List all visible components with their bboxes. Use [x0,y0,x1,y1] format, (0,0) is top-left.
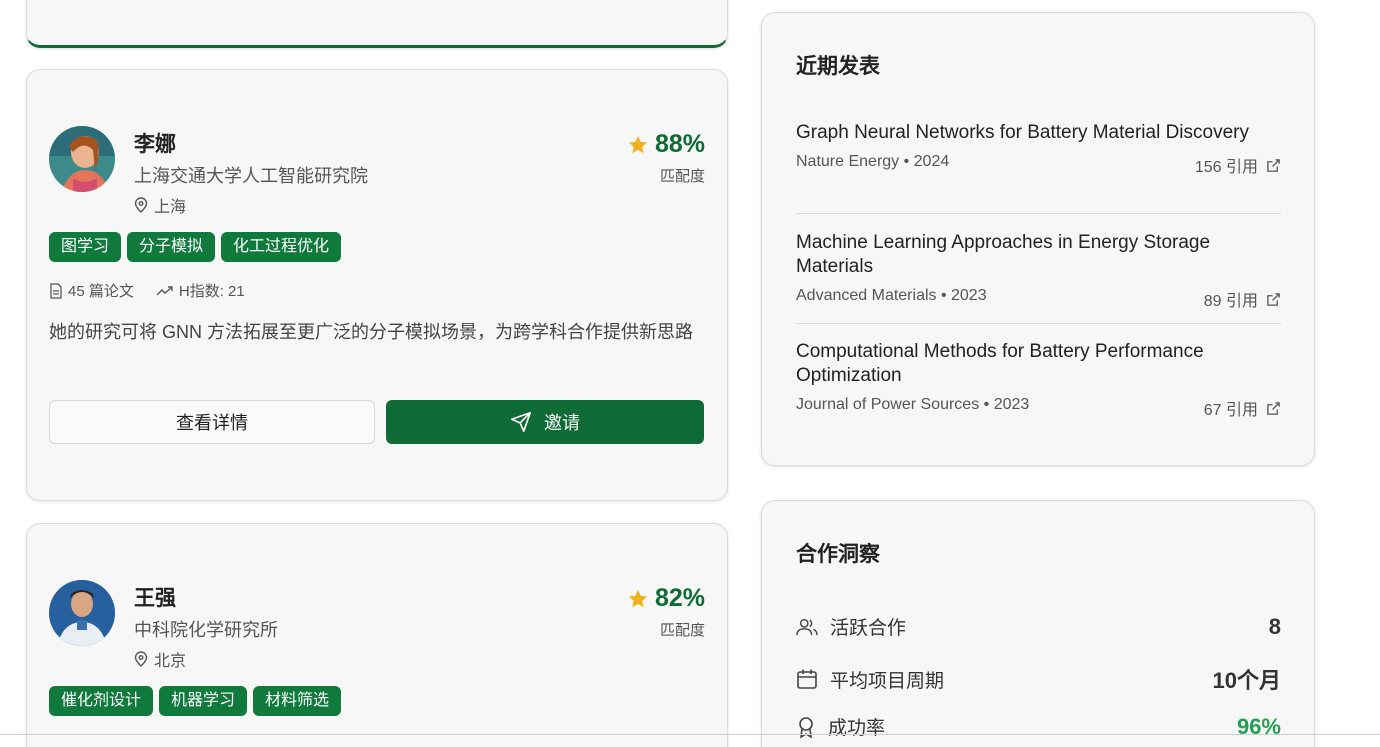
h-index: H指数: 21 [156,280,245,301]
publication-item[interactable]: Graph Neural Networks for Battery Materi… [796,121,1281,177]
location-text: 北京 [154,653,187,670]
divider [796,323,1281,324]
citation-text: 156 引用 [1194,159,1258,176]
divider [796,213,1281,214]
publication-title[interactable]: Computational Methods for Battery Perfor… [796,340,1281,388]
publication-title[interactable]: Machine Learning Approaches in Energy St… [796,231,1281,279]
send-icon [511,412,531,432]
tag[interactable]: 化工过程优化 [221,232,342,262]
publication-item[interactable]: Machine Learning Approaches in Energy St… [796,231,1281,311]
researcher-location: 上海 [134,193,186,217]
trending-up-icon [156,285,173,295]
researcher-card: 李娜 上海交通大学人工智能研究院 上海 88% 匹配度 图学习 分子模拟 化工过… [26,69,728,501]
recent-publications-panel: 近期发表 Graph Neural Networks for Battery M… [761,12,1315,466]
publication-venue: Nature Energy • 2024 [796,153,950,170]
researcher-institution: 上海交通大学人工智能研究院 [134,166,368,186]
match-score: 88% 匹配度 [627,130,705,186]
h-index-text: H指数: 21 [178,283,245,300]
panel-title: 合作洞察 [796,543,880,566]
match-score: 82% 匹配度 [627,584,705,640]
avatar [49,580,115,646]
insight-success-rate: 成功率 96% [796,713,1281,740]
panel-title: 近期发表 [796,55,880,78]
paper-count: 45 篇论文 [49,280,134,301]
publication-venue: Journal of Power Sources • 2023 [796,396,1030,413]
research-tags: 催化剂设计 机器学习 材料筛选 [49,686,342,716]
researcher-card: 王强 中科院化学研究所 北京 82% 匹配度 催化剂设计 机器学习 材料筛选 [26,523,728,747]
external-link-icon[interactable] [1266,292,1281,307]
map-pin-icon [134,197,148,213]
researcher-stats: 45 篇论文 H指数: 21 [49,280,245,301]
collaboration-insights-panel: 合作洞察 活跃合作 8 平均项目周期 10个月 成功率 96% [761,500,1315,747]
match-label: 匹配度 [659,622,705,639]
research-tags: 图学习 分子模拟 化工过程优化 [49,232,342,262]
insight-label: 成功率 [828,718,886,739]
researcher-name: 王强 [134,587,176,610]
external-link-icon[interactable] [1266,158,1281,173]
match-percent: 88% [654,130,705,158]
star-icon [628,589,648,607]
insight-value: 10个月 [1212,668,1281,693]
viewport-edge [0,734,1380,735]
publication-item[interactable]: Computational Methods for Battery Perfor… [796,340,1281,420]
researcher-name: 李娜 [134,133,176,156]
external-link-icon[interactable] [1266,401,1281,416]
publication-venue: Advanced Materials • 2023 [796,287,987,304]
citation-count: 67 引用 [1204,396,1281,420]
location-text: 上海 [154,199,187,216]
tag[interactable]: 材料筛选 [253,686,342,716]
insight-label: 平均项目周期 [830,670,945,692]
insight-value: 96% [1236,713,1281,739]
tag[interactable]: 催化剂设计 [49,686,154,716]
tag[interactable]: 机器学习 [159,686,248,716]
researcher-location: 北京 [134,647,186,671]
invite-label: 邀请 [544,413,580,433]
match-label: 匹配度 [659,168,705,185]
calendar-icon [797,669,817,689]
insight-value: 8 [1268,613,1281,639]
researcher-description: 她的研究可将 GNN 方法拓展至更广泛的分子模拟场景，为跨学科合作提供新思路 [49,322,693,342]
document-icon [50,282,62,299]
insight-average-project-duration: 平均项目周期 10个月 [796,663,1281,695]
citation-text: 89 引用 [1203,293,1258,310]
tag[interactable]: 图学习 [49,232,122,262]
insight-label: 活跃合作 [830,618,907,639]
citation-count: 156 引用 [1195,153,1281,177]
citation-count: 89 引用 [1204,287,1281,311]
researcher-institution: 中科院化学研究所 [134,620,278,640]
previous-researcher-card [26,0,728,48]
view-details-button[interactable]: 查看详情 [49,400,375,444]
star-icon [628,135,648,153]
match-percent: 82% [654,584,705,612]
map-pin-icon [134,651,148,667]
users-icon [796,618,818,635]
invite-button[interactable]: 邀请 [386,400,704,444]
avatar [49,126,115,192]
citation-text: 67 引用 [1203,402,1258,419]
tag[interactable]: 分子模拟 [127,232,216,262]
publication-title[interactable]: Graph Neural Networks for Battery Materi… [796,121,1281,145]
paper-count-text: 45 篇论文 [68,283,134,300]
insight-active-collaborations: 活跃合作 8 [796,613,1281,640]
